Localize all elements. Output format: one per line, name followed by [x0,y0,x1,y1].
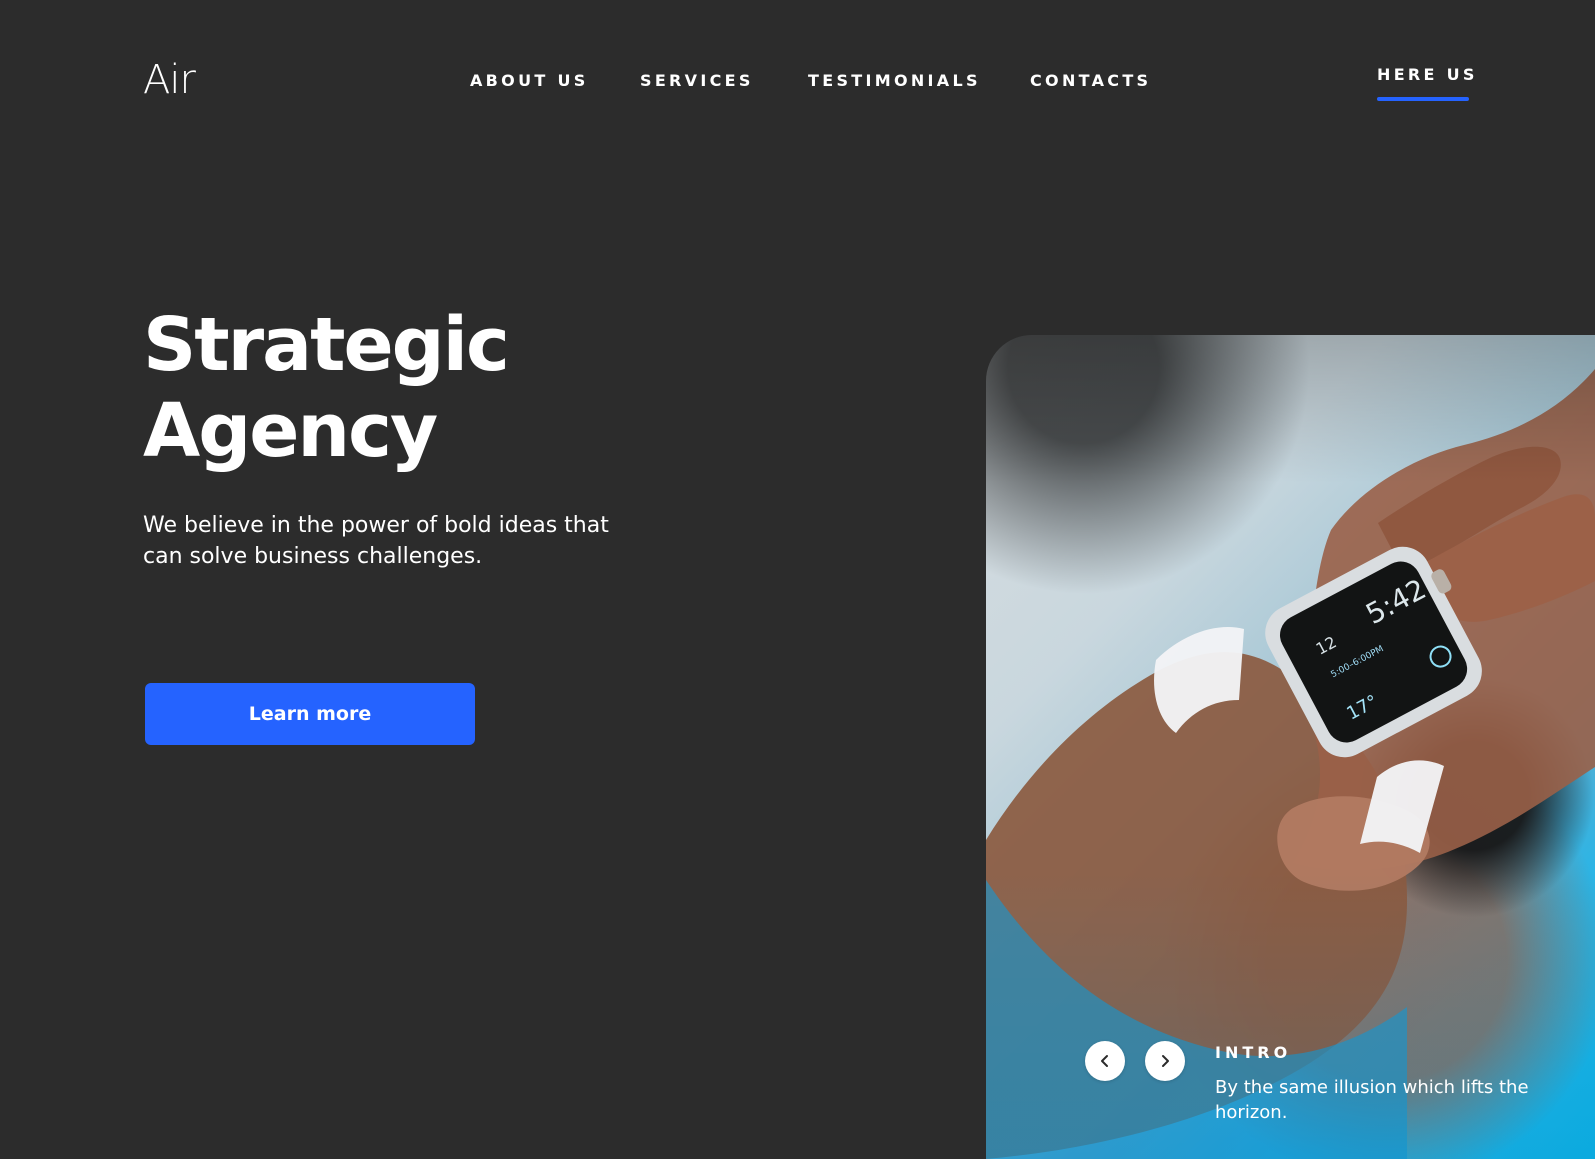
previous-slide-button[interactable] [1085,1041,1125,1081]
watch-band-right [1360,760,1444,853]
intro-label: INTRO [1215,1043,1292,1062]
hero-title-line-2: Agency [143,388,438,474]
nav-testimonials[interactable]: TESTIMONIALS [808,70,981,92]
next-slide-button[interactable] [1145,1041,1185,1081]
cta-underline [1377,97,1469,101]
watch-band-left [1154,627,1244,733]
intro-text: By the same illusion which lifts the hor… [1215,1077,1529,1123]
watch-illustration: 5:42 12 5:00–6:00PM 17° [1154,546,1482,853]
chevron-right-icon [1162,1055,1169,1067]
landing-page: Air ABOUT US SERVICES TESTIMONIALS CONTA… [0,0,1595,1159]
nav-about-us[interactable]: ABOUT US [470,70,589,92]
logo[interactable]: Air [143,58,196,102]
hero-title-line-1: Strategic [143,302,510,388]
nav-contacts[interactable]: CONTACTS [1030,70,1151,92]
here-us-link[interactable]: HERE US [1377,64,1478,86]
hero-description: We believe in the power of bold ideas th… [143,513,609,569]
slider-controls [1085,1041,1185,1081]
hero-title: Strategic Agency [143,302,510,474]
learn-more-button[interactable]: Learn more [145,683,475,745]
chevron-left-icon [1101,1055,1108,1067]
nav-services[interactable]: SERVICES [640,70,754,92]
hero-image-panel: 5:42 12 5:00–6:00PM 17° [986,335,1595,1159]
